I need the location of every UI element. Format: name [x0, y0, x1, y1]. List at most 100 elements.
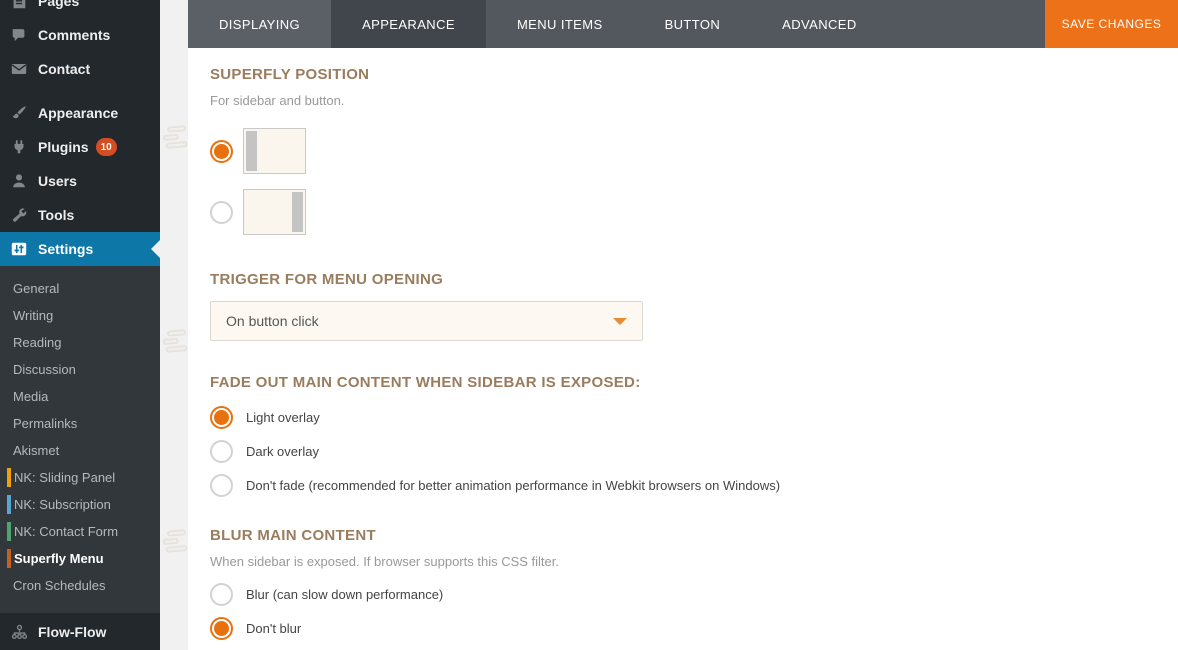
sidebar-item-plugins[interactable]: Plugins 10	[0, 130, 160, 164]
page-gutter	[160, 0, 188, 650]
position-preview-right[interactable]	[243, 189, 306, 235]
section-title-superfly-position: SUPERFLY POSITION	[210, 66, 370, 83]
sidebar-item-label: Contact	[38, 61, 91, 77]
submenu-item-nk-subscription[interactable]: NK: Subscription	[0, 491, 160, 518]
submenu-item-permalinks[interactable]: Permalinks	[0, 410, 160, 437]
submenu-label: Discussion	[13, 362, 76, 377]
position-option-right	[210, 189, 1148, 235]
submenu-item-nk-sliding-panel[interactable]: NK: Sliding Panel	[0, 464, 160, 491]
sidebar-item-label: Appearance	[38, 105, 119, 121]
radio-label: Don't blur	[246, 621, 302, 636]
radio-dont-fade[interactable]	[210, 474, 233, 497]
superfly-ghost-burger-icon	[162, 329, 190, 359]
submenu-item-superfly-menu[interactable]: Superfly Menu	[0, 545, 160, 572]
radio-label: Don't fade (recommended for better anima…	[246, 478, 781, 493]
fade-option-light: Light overlay	[210, 406, 1148, 429]
tools-icon	[9, 205, 29, 225]
submenu-label: NK: Contact Form	[14, 524, 119, 539]
radio-label: Dark overlay	[246, 444, 319, 459]
sidebar-item-label: Plugins	[38, 139, 89, 155]
pages-icon	[9, 0, 29, 11]
submenu-item-media[interactable]: Media	[0, 383, 160, 410]
radio-label: Blur (can slow down performance)	[246, 587, 444, 602]
submenu-label: Akismet	[13, 443, 60, 458]
color-bar	[7, 549, 11, 568]
tab-advanced[interactable]: ADVANCED	[751, 0, 887, 48]
sidebar-item-settings[interactable]: Settings	[0, 232, 160, 266]
sidebar-item-tools[interactable]: Tools	[0, 198, 160, 232]
settings-tabbar: DISPLAYING APPEARANCE MENU ITEMS BUTTON …	[188, 0, 1178, 48]
settings-icon	[9, 239, 29, 259]
submenu-item-general[interactable]: General	[0, 275, 160, 302]
submenu-label: Cron Schedules	[13, 578, 106, 593]
sidebar-item-label: Tools	[38, 207, 75, 223]
sidebar-item-comments[interactable]: Comments	[0, 18, 160, 52]
sidebar-item-appearance[interactable]: Appearance	[0, 96, 160, 130]
tab-displaying[interactable]: DISPLAYING	[188, 0, 332, 48]
save-changes-button[interactable]: SAVE CHANGES	[1045, 0, 1178, 48]
submenu-item-reading[interactable]: Reading	[0, 329, 160, 356]
submenu-item-cron-schedules[interactable]: Cron Schedules	[0, 572, 160, 599]
section-title-fade: FADE OUT MAIN CONTENT WHEN SIDEBAR IS EX…	[210, 374, 641, 391]
sidebar-item-label: Settings	[38, 241, 94, 257]
preview-sidebar-bar	[292, 192, 303, 232]
sidebar-item-users[interactable]: Users	[0, 164, 160, 198]
tab-menu-items[interactable]: MENU ITEMS	[486, 0, 634, 48]
sidebar-item-flow-flow[interactable]: Flow-Flow	[0, 613, 160, 650]
trigger-select[interactable]: On button click	[210, 301, 643, 341]
radio-light-overlay[interactable]	[210, 406, 233, 429]
section-title-trigger: TRIGGER FOR MENU OPENING	[210, 271, 444, 288]
radio-position-left[interactable]	[210, 139, 233, 163]
fade-option-dark: Dark overlay	[210, 440, 1148, 463]
submenu-label: Writing	[13, 308, 54, 323]
sidebar-item-label: Users	[38, 173, 77, 189]
active-item-arrow	[151, 240, 160, 258]
dropdown-caret-icon	[613, 317, 627, 325]
fade-option-none: Don't fade (recommended for better anima…	[210, 474, 1148, 497]
sidebar-item-pages[interactable]: Pages	[0, 0, 160, 18]
submenu-label: General	[13, 281, 60, 296]
users-icon	[9, 171, 29, 191]
superfly-ghost-burger-icon	[162, 529, 190, 559]
tabbar-spacer	[888, 0, 1045, 48]
submenu-label: NK: Subscription	[14, 497, 111, 512]
submenu-item-discussion[interactable]: Discussion	[0, 356, 160, 383]
submenu-item-nk-contact-form[interactable]: NK: Contact Form	[0, 518, 160, 545]
section-subtitle: For sidebar and button.	[210, 93, 345, 108]
contact-icon	[9, 59, 29, 79]
submenu-label: Superfly Menu	[14, 551, 104, 566]
wp-admin-sidebar: Pages Comments Contact Appearance Plugin…	[0, 0, 160, 650]
position-option-left	[210, 128, 1148, 174]
sidebar-separator	[0, 86, 160, 96]
flow-flow-icon	[9, 622, 29, 642]
radio-blur[interactable]	[210, 583, 233, 606]
settings-content: SUPERFLY POSITION For sidebar and button…	[188, 48, 1178, 640]
submenu-label: Permalinks	[13, 416, 78, 431]
submenu-label: NK: Sliding Panel	[14, 470, 116, 485]
blur-option-dont-blur: Don't blur	[210, 617, 1148, 640]
tab-button[interactable]: BUTTON	[634, 0, 752, 48]
preview-sidebar-bar	[246, 131, 257, 171]
submenu-item-akismet[interactable]: Akismet	[0, 437, 160, 464]
submenu-label: Media	[13, 389, 49, 404]
sidebar-item-contact[interactable]: Contact	[0, 52, 160, 86]
color-bar	[7, 522, 11, 541]
tab-appearance[interactable]: APPEARANCE	[331, 0, 486, 48]
radio-dont-blur[interactable]	[210, 617, 233, 640]
blur-options: Blur (can slow down performance) Don't b…	[210, 583, 1148, 640]
fade-options: Light overlay Dark overlay Don't fade (r…	[210, 406, 1148, 497]
comments-icon	[9, 25, 29, 45]
submenu-item-writing[interactable]: Writing	[0, 302, 160, 329]
color-bar	[7, 468, 11, 487]
sidebar-item-label: Flow-Flow	[38, 624, 107, 640]
settings-submenu: General Writing Reading Discussion Media…	[0, 266, 160, 613]
radio-position-right[interactable]	[210, 200, 233, 224]
radio-label: Light overlay	[246, 410, 320, 425]
settings-panel: DISPLAYING APPEARANCE MENU ITEMS BUTTON …	[188, 0, 1178, 650]
position-preview-left[interactable]	[243, 128, 306, 174]
superfly-ghost-burger-icon	[162, 125, 190, 155]
section-subtitle: When sidebar is exposed. If browser supp…	[210, 554, 559, 569]
radio-dark-overlay[interactable]	[210, 440, 233, 463]
sidebar-item-label: Pages	[38, 0, 80, 9]
color-bar	[7, 495, 11, 514]
